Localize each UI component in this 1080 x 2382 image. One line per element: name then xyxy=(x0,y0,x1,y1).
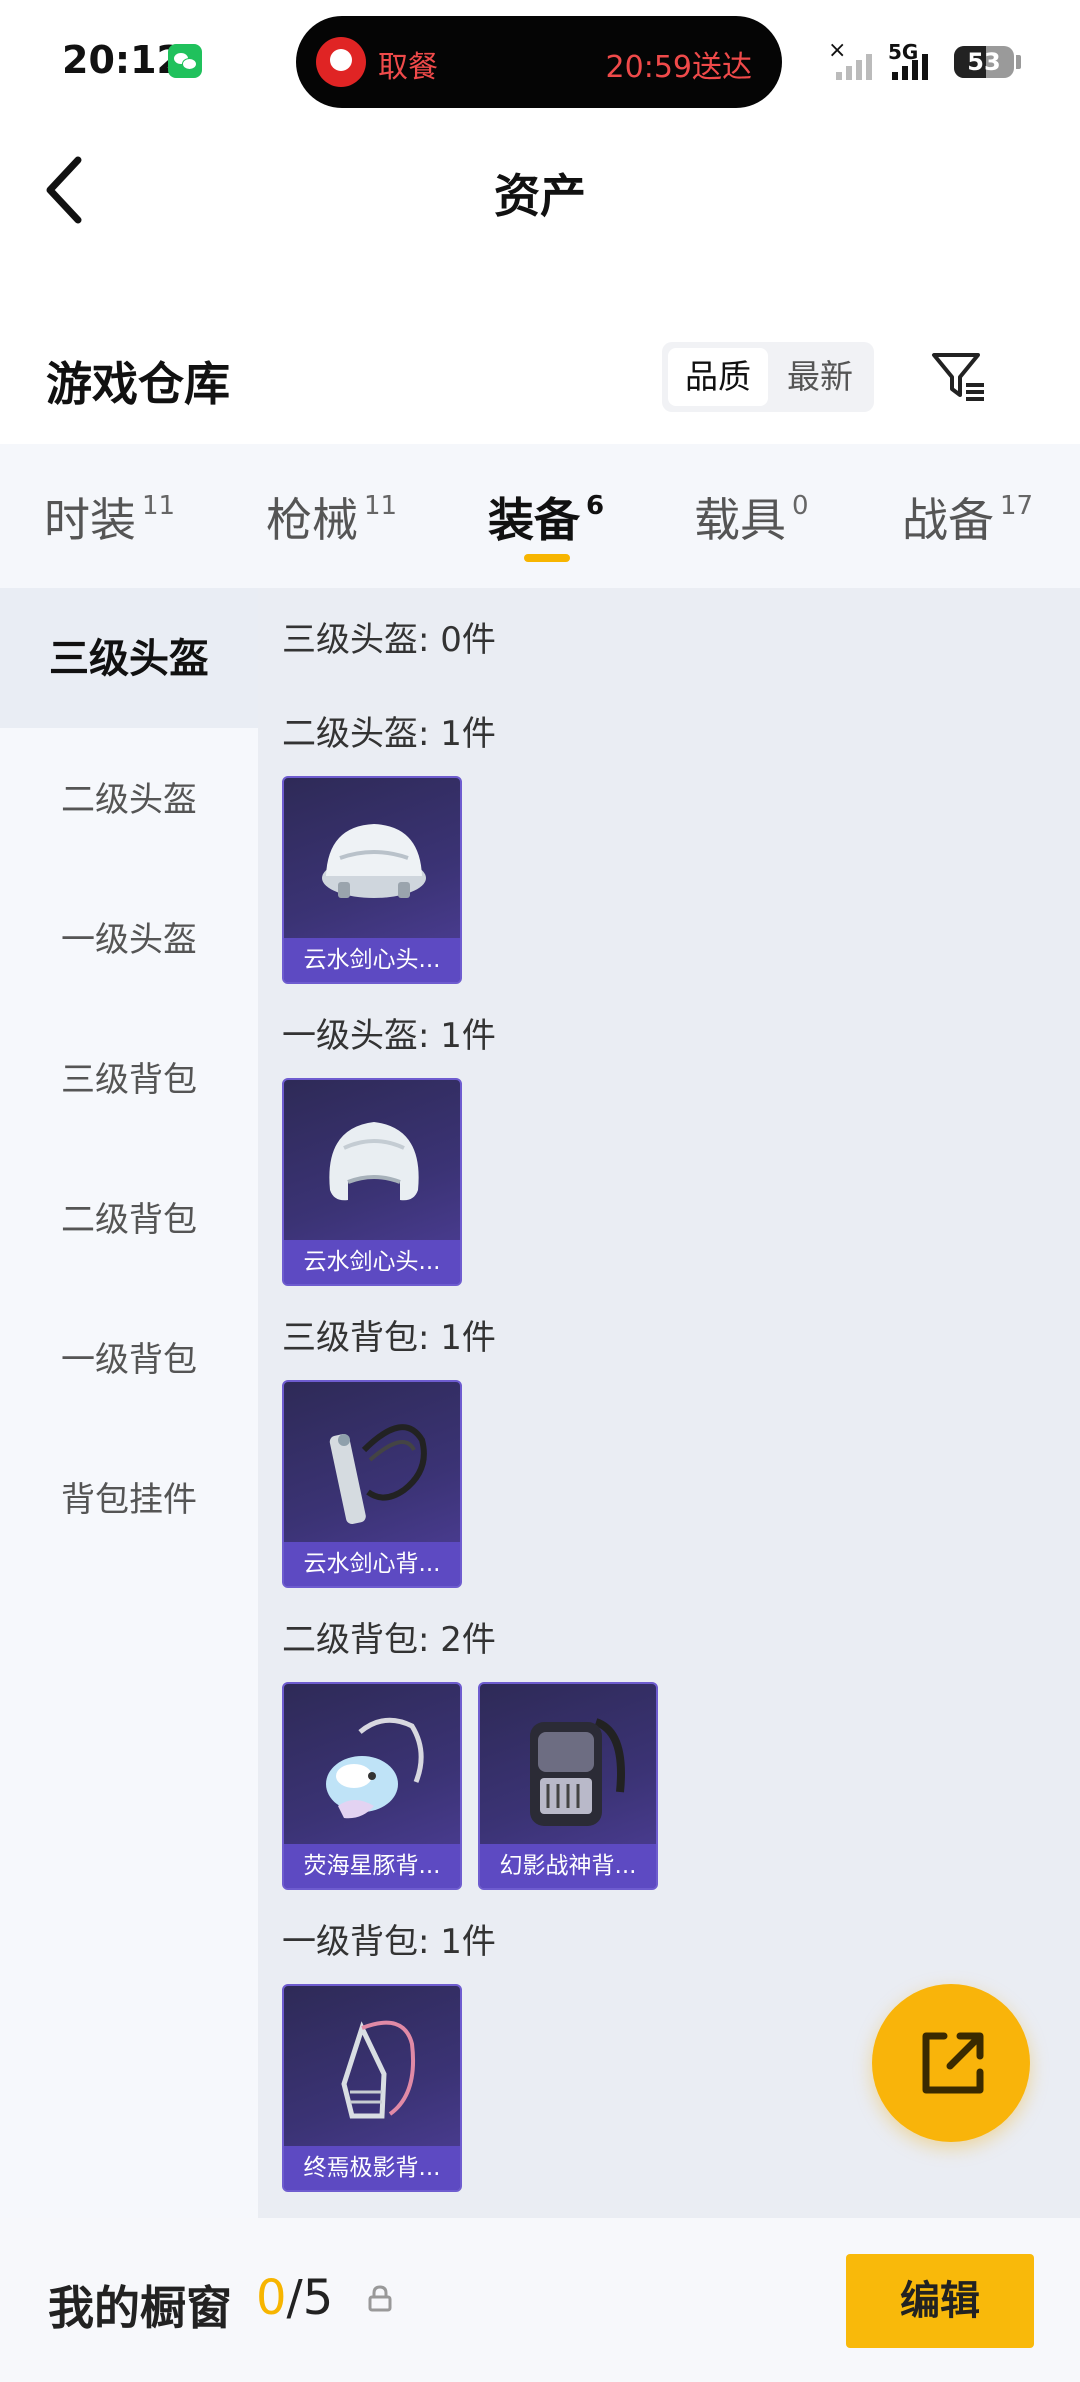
delivery-app-icon xyxy=(316,37,366,87)
battery-icon: 53 xyxy=(954,46,1014,78)
item-name: 幻影战神背... xyxy=(480,1844,656,1888)
edit-button[interactable]: 编辑 xyxy=(846,2254,1034,2348)
tab-label: 装备 xyxy=(488,493,580,547)
tab-count: 6 xyxy=(586,491,605,521)
wechat-icon xyxy=(168,44,202,78)
group-title: 一级背包: 1件 xyxy=(282,1922,496,1962)
sidebar-item-level1-backpack[interactable]: 一级背包 xyxy=(0,1290,258,1430)
sort-newest-button[interactable]: 最新 xyxy=(770,348,870,406)
sidebar-item-level2-helmet[interactable]: 二级头盔 xyxy=(0,730,258,870)
item-name: 荧海星豚背... xyxy=(284,1844,460,1888)
battery-tip xyxy=(1016,55,1021,69)
item-name: 云水剑心背... xyxy=(284,1542,460,1586)
dolphin-backpack-icon xyxy=(326,1717,424,1819)
item-card[interactable]: 云水剑心头... xyxy=(282,776,462,984)
tab-fashion[interactable]: 时装 11 xyxy=(44,484,175,550)
group-title: 三级背包: 1件 xyxy=(282,1318,496,1358)
item-card[interactable]: 云水剑心背... xyxy=(282,1380,462,1588)
island-right-text: 20:59送达 xyxy=(605,50,752,85)
item-card[interactable]: 云水剑心头... xyxy=(282,1078,462,1286)
helmet-icon xyxy=(322,824,426,898)
tab-equipment[interactable]: 装备 6 xyxy=(488,484,604,550)
tab-supplies[interactable]: 战备 17 xyxy=(902,484,1033,550)
sidebar-item-level3-helmet[interactable]: 三级头盔 xyxy=(0,588,258,728)
item-card[interactable]: 终焉极影背... xyxy=(282,1984,462,2192)
item-grid: 三级头盔: 0件 二级头盔: 1件 云水剑心头... 一级头盔: 1件 云水剑心… xyxy=(258,588,1080,2218)
item-card[interactable]: 荧海星豚背... xyxy=(282,1682,462,1890)
tab-label: 载具 xyxy=(694,493,786,547)
group-title: 一级头盔: 1件 xyxy=(282,1016,496,1056)
showcase-count: 0/5 xyxy=(256,2270,333,2326)
page-title: 资产 xyxy=(494,169,586,223)
armored-backpack-icon xyxy=(530,1718,625,1826)
warehouse-title: 游戏仓库 xyxy=(46,357,230,411)
category-tabs: 时装 11 枪械 11 装备 6 载具 0 战备 17 xyxy=(0,444,1080,588)
filter-icon xyxy=(932,353,984,401)
status-time: 20:12 xyxy=(62,38,183,82)
group-title: 二级头盔: 1件 xyxy=(282,714,496,754)
tab-count: 0 xyxy=(792,491,809,521)
battery-level: 53 xyxy=(967,48,1001,76)
filter-button[interactable] xyxy=(928,345,988,405)
tab-label: 战备 xyxy=(902,493,994,547)
share-external-icon xyxy=(922,2032,984,2094)
status-bar: 20:12 取餐 20:59送达 × 5G 53 xyxy=(0,0,1080,120)
tab-count: 17 xyxy=(1000,491,1034,521)
backpack-icon xyxy=(329,1424,427,1525)
backpack-icon xyxy=(341,2020,415,2119)
sidebar-item-backpack-charm[interactable]: 背包挂件 xyxy=(0,1430,258,1570)
helmet-icon xyxy=(329,1122,419,1201)
showcase-bar: 我的橱窗 0/5 编辑 xyxy=(0,2218,1080,2382)
showcase-current: 0 xyxy=(256,2270,287,2326)
showcase-total: /5 xyxy=(286,2270,334,2326)
sidebar-item-level2-backpack[interactable]: 二级背包 xyxy=(0,1150,258,1290)
sidebar-item-level3-backpack[interactable]: 三级背包 xyxy=(0,1010,258,1150)
tab-label: 枪械 xyxy=(266,493,358,547)
item-name: 终焉极影背... xyxy=(284,2146,460,2190)
group-title: 二级背包: 2件 xyxy=(282,1620,496,1660)
tab-label: 时装 xyxy=(44,493,136,547)
lock-icon xyxy=(368,2285,392,2312)
sort-toggle: 品质 最新 xyxy=(662,342,874,412)
equipment-sidebar: 三级头盔 二级头盔 一级头盔 三级背包 二级背包 一级背包 背包挂件 xyxy=(0,588,258,2218)
live-activity-island[interactable]: 取餐 20:59送达 xyxy=(296,16,782,108)
signal-indicators: × 5G 53 xyxy=(826,38,1026,84)
active-tab-indicator xyxy=(524,554,570,562)
signal-bars-5g-icon xyxy=(892,54,928,80)
tab-count: 11 xyxy=(142,491,176,521)
tab-guns[interactable]: 枪械 11 xyxy=(266,484,397,550)
share-button[interactable] xyxy=(872,1984,1030,2142)
sort-quality-button[interactable]: 品质 xyxy=(668,348,768,406)
item-name: 云水剑心头... xyxy=(284,1240,460,1284)
item-card[interactable]: 幻影战神背... xyxy=(478,1682,658,1890)
item-name: 云水剑心头... xyxy=(284,938,460,982)
tab-count: 11 xyxy=(364,491,398,521)
signal-bars-icon xyxy=(836,54,872,80)
sidebar-item-level1-helmet[interactable]: 一级头盔 xyxy=(0,870,258,1010)
island-left-text: 取餐 xyxy=(378,50,438,85)
showcase-label: 我的橱窗 xyxy=(48,2281,232,2335)
tab-vehicles[interactable]: 载具 0 xyxy=(694,484,809,550)
group-title: 三级头盔: 0件 xyxy=(282,620,496,660)
